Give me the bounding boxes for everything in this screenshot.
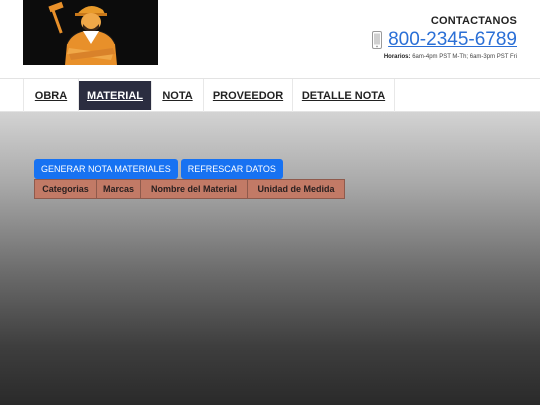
logo[interactable] [23,0,158,65]
worker-logo-icon [48,1,117,65]
action-buttons: GENERAR NOTA MATERIALES REFRESCAR DATOS [34,159,286,179]
column-header-categorias[interactable]: Categorias [34,179,97,199]
materials-table-header: Categorias Marcas Nombre del Material Un… [34,179,345,199]
nav-item-material[interactable]: MATERIAL [79,81,152,110]
nav-item-nota[interactable]: NOTA [152,79,204,112]
refresh-data-button[interactable]: REFRESCAR DATOS [180,159,283,179]
nav-item-proveedor[interactable]: PROVEEDOR [204,79,293,112]
column-header-marcas[interactable]: Marcas [96,179,141,199]
hours-label: Horarios: [383,54,411,60]
contact-label: CONTACTANOS [430,15,517,27]
hours-text: 6am-4pm PST M-Th; 6am-3pm PST Fri [412,54,517,60]
contact-block: CONTACTANOS 800-2345-6789 Horarios: 6am-… [372,15,517,60]
column-header-unidad-medida[interactable]: Unidad de Medida [247,179,345,199]
nav-item-obra[interactable]: OBRA [24,79,79,112]
generate-note-button[interactable]: GENERAR NOTA MATERIALES [34,159,178,179]
nav-list: OBRA MATERIAL NOTA PROVEEDOR DETALLE NOT… [23,79,395,112]
main-content: GENERAR NOTA MATERIALES REFRESCAR DATOS … [0,112,540,405]
main-nav: OBRA MATERIAL NOTA PROVEEDOR DETALLE NOT… [0,78,540,112]
phone-row: 800-2345-6789 [372,30,517,50]
phone-link[interactable]: 800-2345-6789 [388,30,517,50]
business-hours: Horarios: 6am-4pm PST M-Th; 6am-3pm PST … [372,54,517,60]
nav-item-detalle-nota[interactable]: DETALLE NOTA [293,79,395,112]
mobile-phone-icon [372,31,383,49]
site-header: CONTACTANOS 800-2345-6789 Horarios: 6am-… [0,0,540,78]
column-header-nombre-material[interactable]: Nombre del Material [140,179,248,199]
